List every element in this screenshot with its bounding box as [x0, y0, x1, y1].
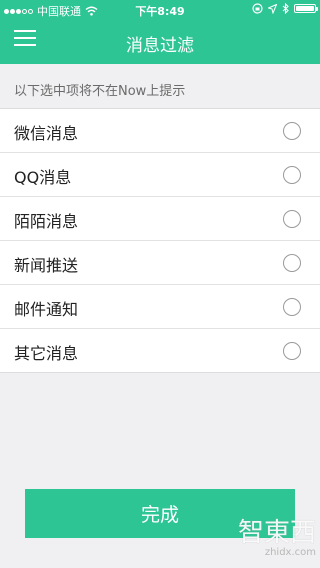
radio-unchecked-icon[interactable]	[283, 342, 301, 360]
status-right	[252, 3, 318, 14]
option-row-qq[interactable]: QQ消息	[0, 153, 320, 197]
option-row-news[interactable]: 新闻推送	[0, 241, 320, 285]
status-bar: 中国联通 下午8:49	[0, 0, 320, 20]
nav-header: 中国联通 下午8:49 消息过滤	[0, 0, 320, 64]
radio-unchecked-icon[interactable]	[283, 298, 301, 316]
battery-icon	[294, 4, 318, 13]
radio-unchecked-icon[interactable]	[283, 254, 301, 272]
option-row-mail[interactable]: 邮件通知	[0, 285, 320, 329]
option-label: 新闻推送	[14, 256, 79, 275]
option-label: 陌陌消息	[14, 212, 79, 231]
location-arrow-icon	[268, 3, 277, 14]
done-button[interactable]: 完成	[25, 489, 295, 538]
message-filter-list: 微信消息 QQ消息 陌陌消息 新闻推送 邮件通知 其它消息	[0, 108, 320, 373]
radio-unchecked-icon[interactable]	[283, 122, 301, 140]
option-row-wechat[interactable]: 微信消息	[0, 109, 320, 153]
option-label: 邮件通知	[14, 300, 79, 319]
option-label: 微信消息	[14, 124, 79, 143]
radio-unchecked-icon[interactable]	[283, 166, 301, 184]
orientation-lock-icon	[252, 3, 263, 14]
page-title: 消息过滤	[126, 36, 194, 56]
battery-level	[296, 6, 314, 11]
radio-unchecked-icon[interactable]	[283, 210, 301, 228]
option-label: 其它消息	[14, 344, 79, 363]
option-label: QQ消息	[14, 168, 72, 187]
option-row-other[interactable]: 其它消息	[0, 329, 320, 372]
bluetooth-icon	[282, 3, 289, 14]
watermark-url: zhidx.com	[264, 547, 316, 558]
option-row-momo[interactable]: 陌陌消息	[0, 197, 320, 241]
filter-hint-text: 以下选中项将不在Now上提示	[14, 84, 186, 99]
